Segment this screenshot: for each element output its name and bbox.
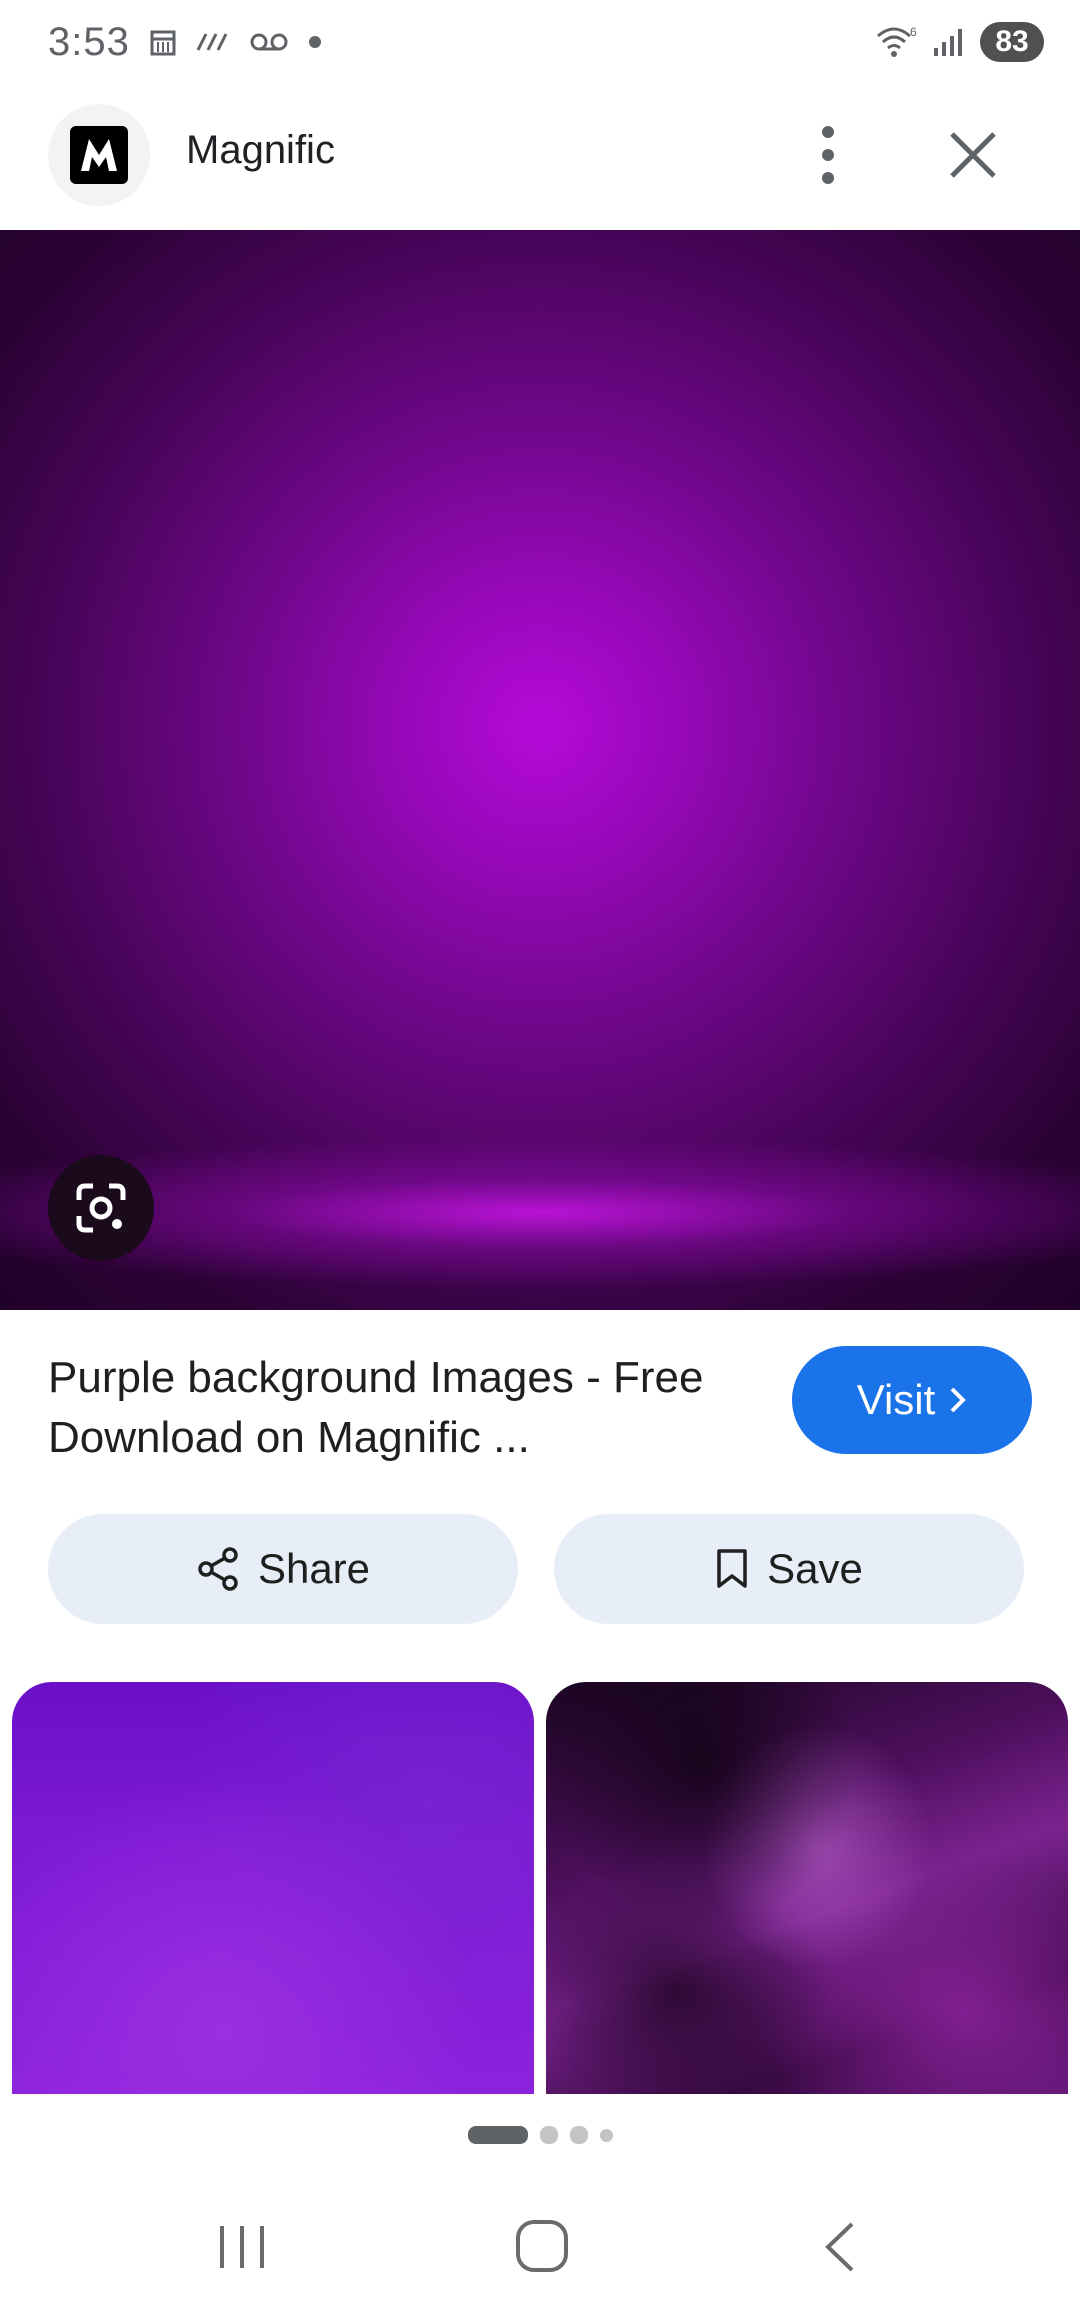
visit-label: Visit — [856, 1376, 936, 1423]
site-name[interactable]: Magnific — [186, 128, 335, 173]
wifi-icon: 6 — [877, 25, 917, 57]
svg-text:6: 6 — [910, 25, 917, 39]
related-image[interactable] — [546, 1682, 1068, 2094]
back-icon[interactable] — [820, 2220, 860, 2274]
share-button[interactable]: Share — [48, 1514, 518, 1624]
site-logo[interactable] — [48, 104, 150, 206]
save-label: Save — [767, 1545, 863, 1592]
calendar-icon — [150, 30, 176, 56]
notification-dot-icon — [309, 36, 321, 48]
cellular-icon — [934, 29, 962, 56]
signal-strength-icon — [196, 33, 228, 51]
result-title[interactable]: Purple background Images - Free Download… — [48, 1348, 728, 1468]
related-image[interactable] — [12, 1682, 534, 2094]
status-bar: 3:53 6 83 — [0, 0, 1080, 92]
main-image[interactable] — [0, 230, 1080, 1310]
home-icon[interactable] — [514, 2218, 570, 2274]
chevron-right-icon — [950, 1387, 967, 1413]
battery-indicator: 83 — [980, 22, 1044, 62]
status-time: 3:53 — [48, 20, 130, 64]
more-vert-icon — [822, 126, 834, 184]
status-icons-left — [150, 28, 322, 56]
visit-button[interactable]: Visit — [792, 1346, 1032, 1454]
more-options-button[interactable] — [800, 122, 856, 188]
close-icon — [950, 132, 996, 178]
page-dot — [569, 2126, 588, 2144]
save-button[interactable]: Save — [554, 1514, 1024, 1624]
page-dot — [539, 2126, 558, 2144]
system-nav-bar — [0, 2200, 1080, 2316]
page-indicator — [0, 2120, 1080, 2150]
share-label: Share — [257, 1545, 371, 1592]
viewer-header: Magnific — [0, 92, 1080, 230]
page-dot — [599, 2128, 613, 2142]
magnific-logo-icon — [70, 126, 128, 184]
status-icons-right: 6 83 — [874, 22, 1044, 62]
google-lens-button[interactable] — [48, 1155, 154, 1261]
voicemail-icon — [250, 33, 288, 51]
recents-icon[interactable] — [212, 2222, 272, 2272]
bookmark-icon — [717, 1549, 747, 1588]
lens-icon — [76, 1183, 126, 1233]
close-button[interactable] — [940, 122, 1006, 188]
page-dot-active — [467, 2126, 528, 2144]
share-icon — [198, 1547, 238, 1591]
